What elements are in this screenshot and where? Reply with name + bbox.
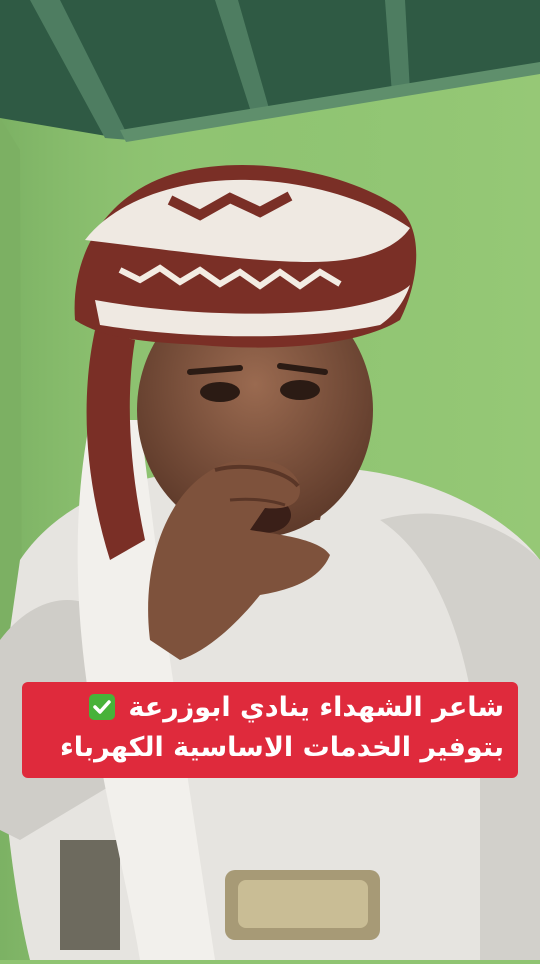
video-frame — [0, 0, 540, 960]
check-mark-icon — [88, 694, 115, 720]
caption-line-2: بتوفير الخدمات الاساسية الكهرباء — [59, 732, 504, 763]
video-background-image — [0, 0, 540, 960]
caption-line-1: شاعر الشهداء ينادي ابوزرعة — [36, 688, 504, 728]
caption-banner: شاعر الشهداء ينادي ابوزرعة بتوفير الخدما… — [22, 682, 518, 778]
